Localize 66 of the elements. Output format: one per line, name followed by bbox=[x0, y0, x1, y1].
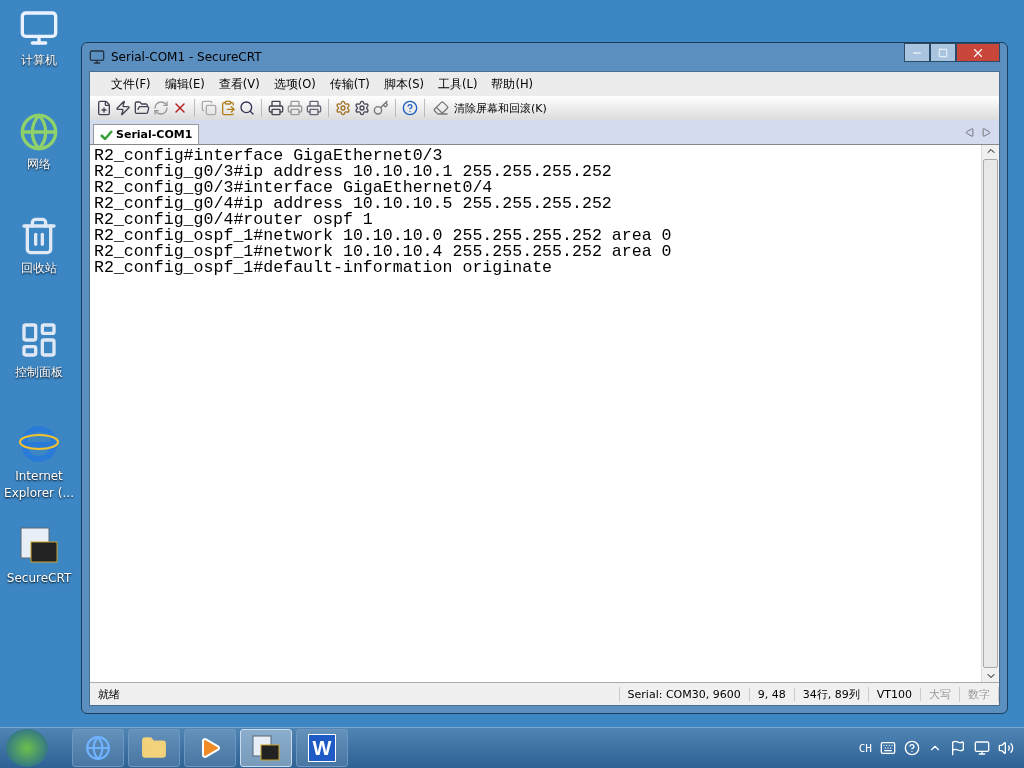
settings-icon[interactable] bbox=[354, 100, 370, 116]
folder-icon[interactable] bbox=[134, 100, 150, 116]
taskbar-app-button[interactable]: W bbox=[296, 729, 348, 767]
menu-item[interactable]: 帮助(H) bbox=[484, 76, 540, 92]
status-text: 数字 bbox=[960, 686, 999, 702]
terminal-line: R2_config_ospf_1#network 10.10.10.4 255.255.255.252 area 0 bbox=[94, 244, 673, 260]
terminal-line: R2_config_ospf_1#network 10.10.10.0 255.255.255.252 area 0 bbox=[94, 228, 673, 244]
status-text: 34行, 89列 bbox=[794, 686, 869, 702]
clear-screen-button[interactable]: 清除屏幕和回滚(K) bbox=[431, 100, 549, 116]
close-button[interactable] bbox=[956, 43, 1000, 62]
tab-right-icon[interactable] bbox=[982, 127, 991, 137]
status-text: 大写 bbox=[921, 686, 960, 702]
desktop-icon-label[interactable]: SecureCRT bbox=[1, 570, 77, 587]
maximize-icon bbox=[938, 47, 948, 58]
tab-left-icon[interactable] bbox=[965, 127, 974, 137]
speaker-icon[interactable] bbox=[998, 740, 1014, 756]
terminal-line: R2_config_g0/4#router ospf 1 bbox=[94, 212, 374, 228]
language-indicator[interactable]: CH bbox=[858, 741, 872, 755]
status-text: 就绪 bbox=[90, 686, 620, 702]
eraser-icon bbox=[433, 100, 449, 116]
terminal-app-icon bbox=[252, 735, 280, 761]
checkmark-icon bbox=[100, 129, 113, 140]
menu-item[interactable]: 工具(L) bbox=[431, 76, 485, 92]
menu-item[interactable]: 查看(V) bbox=[211, 76, 267, 92]
print-icon[interactable] bbox=[268, 100, 284, 116]
menu-item[interactable]: 传输(T) bbox=[322, 76, 377, 92]
terminal-line: R2_config_g0/3#ip address 10.10.10.1 255.255.255.252 bbox=[94, 164, 613, 180]
terminal-line: R2_config_g0/3#interface GigaEthernet0/4 bbox=[94, 180, 494, 196]
new-session-icon[interactable] bbox=[96, 100, 112, 116]
menu-item[interactable]: 文件(F) bbox=[104, 76, 158, 92]
desktop-icon-label[interactable]: 计算机 bbox=[1, 52, 77, 69]
lightning-icon[interactable] bbox=[115, 100, 131, 116]
terminal-line: R2_config_g0/4#ip address 10.10.10.5 255.255.255.252 bbox=[94, 196, 613, 212]
menu-item[interactable]: 脚本(S) bbox=[376, 76, 431, 92]
key-icon[interactable] bbox=[373, 100, 389, 116]
terminal-line: R2_config_ospf_1#default-information originate bbox=[94, 260, 554, 276]
keyboard-icon[interactable] bbox=[880, 740, 896, 756]
desktop-icon-label[interactable]: Internet Explorer (... bbox=[1, 468, 77, 502]
app-icon bbox=[89, 49, 105, 65]
folder-icon bbox=[141, 735, 167, 761]
flag-icon[interactable] bbox=[950, 740, 966, 756]
menu-item[interactable]: 编辑(E) bbox=[157, 76, 212, 92]
status-text: 9, 48 bbox=[749, 687, 795, 701]
computer-icon bbox=[19, 8, 59, 48]
globe-icon bbox=[85, 735, 111, 761]
w-logo: W bbox=[308, 734, 336, 762]
scrollbar[interactable] bbox=[981, 145, 999, 682]
session-tab[interactable]: Serial-COM1 bbox=[93, 124, 200, 144]
ie-logo-icon bbox=[19, 424, 59, 464]
status-text: VT100 bbox=[868, 687, 921, 701]
settings-icon[interactable] bbox=[335, 100, 351, 116]
terminal-line: R2_config#interface GigaEthernet0/3 bbox=[94, 148, 444, 164]
terminal-app-icon bbox=[19, 526, 59, 566]
minimize-button[interactable] bbox=[904, 43, 930, 62]
print-icon[interactable] bbox=[306, 100, 322, 116]
status-text: Serial: COM30, 9600 bbox=[619, 687, 750, 701]
control-panel-icon bbox=[19, 320, 59, 360]
window-title: Serial-COM1 - SecureCRT bbox=[111, 50, 262, 64]
menu-item[interactable]: 选项(O) bbox=[266, 76, 323, 92]
desktop-icon-label[interactable]: 回收站 bbox=[1, 260, 77, 277]
desktop-icon-label[interactable]: 网络 bbox=[1, 156, 77, 173]
desktop-icon-label[interactable]: 控制面板 bbox=[1, 364, 77, 381]
help-icon[interactable] bbox=[402, 100, 418, 116]
globe-icon bbox=[19, 112, 59, 152]
start-button[interactable] bbox=[6, 729, 48, 767]
maximize-button[interactable] bbox=[930, 43, 956, 62]
